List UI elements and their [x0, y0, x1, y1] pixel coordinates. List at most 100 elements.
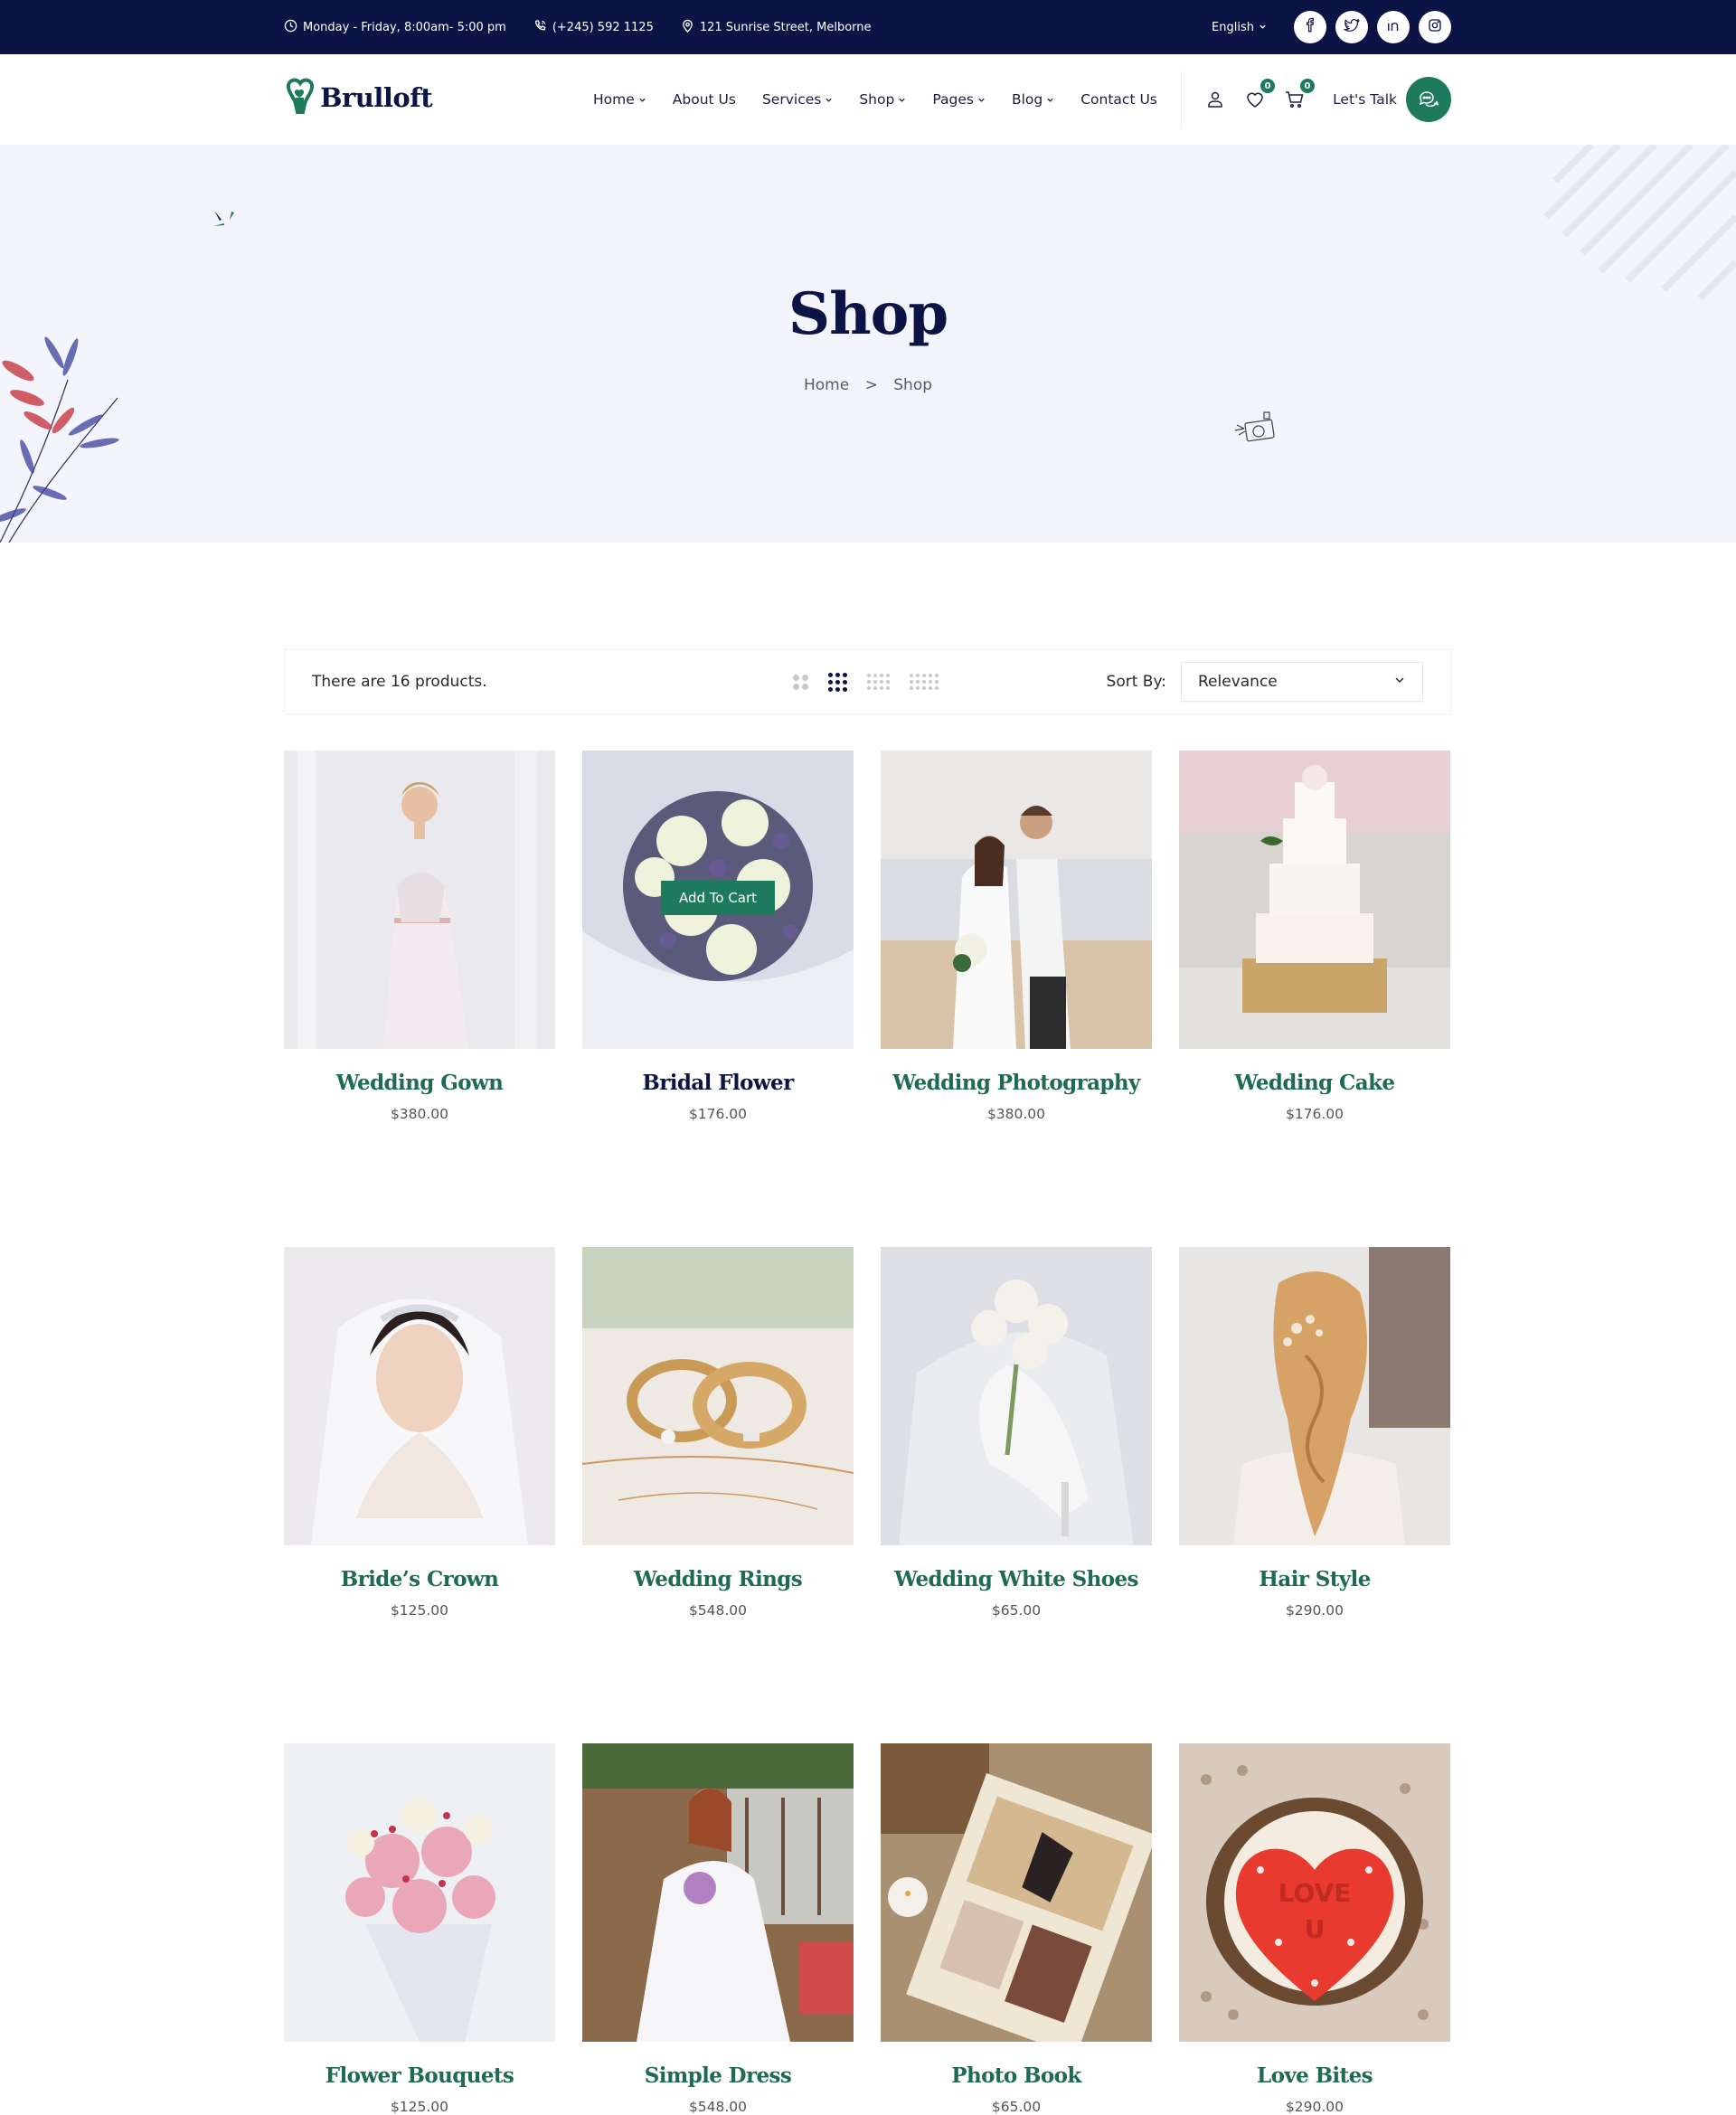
nav-contact-us[interactable]: Contact Us	[1080, 91, 1157, 108]
phone-text: (+245) 592 1125	[552, 20, 654, 34]
product-image[interactable]	[284, 751, 555, 1049]
product-title[interactable]: Wedding Cake	[1179, 1071, 1450, 1095]
grid-2-column-icon[interactable]	[793, 674, 808, 690]
user-icon	[1204, 91, 1226, 114]
nav-pages[interactable]: Pages	[932, 91, 986, 108]
phone[interactable]: (+245) 592 1125	[533, 19, 654, 36]
add-to-cart-button[interactable]: Add To Cart	[660, 881, 776, 915]
product-grid: Wedding Gown $380.00 Add To Cart Bridal Flo…	[284, 751, 1451, 2115]
product-image[interactable]	[582, 1743, 854, 2042]
language-label: English	[1212, 20, 1254, 34]
grid-4-column-icon[interactable]	[867, 674, 890, 690]
chevron-down-icon	[898, 91, 906, 108]
product-image[interactable]	[1179, 751, 1450, 1049]
nav-shop[interactable]: Shop	[859, 91, 906, 108]
shop-toolbar: There are 16 products. Sort By: Relevanc…	[284, 649, 1451, 714]
product-photo-heart-cupcake: LOVE U	[1179, 1743, 1450, 2042]
product-title[interactable]: Wedding Rings	[582, 1567, 854, 1591]
product-card[interactable]: Wedding White Shoes $65.00	[881, 1247, 1152, 1619]
product-title[interactable]: Photo Book	[881, 2063, 1152, 2088]
chat-bubbles-icon	[1406, 77, 1451, 122]
instagram-button[interactable]	[1419, 11, 1451, 43]
product-card[interactable]: Wedding Gown $380.00	[284, 751, 555, 1122]
account-button[interactable]	[1204, 89, 1226, 110]
logo[interactable]: Brulloft	[284, 76, 433, 119]
product-image[interactable]	[881, 1247, 1152, 1545]
product-title[interactable]: Simple Dress	[582, 2063, 854, 2088]
language-selector[interactable]: English	[1212, 21, 1267, 34]
chevron-down-icon	[977, 91, 986, 108]
product-price: $65.00	[991, 2099, 1042, 2115]
sort-label: Sort By:	[1106, 673, 1166, 691]
product-title[interactable]: Wedding Gown	[284, 1071, 555, 1095]
nav-home[interactable]: Home	[593, 91, 646, 108]
cart-button[interactable]: 0	[1284, 79, 1315, 110]
product-title[interactable]: Hair Style	[1179, 1567, 1450, 1591]
product-image[interactable]	[881, 1743, 1152, 2042]
grid-3-column-icon[interactable]	[828, 672, 847, 692]
product-card[interactable]: LOVE U Love Bites $290.00	[1179, 1743, 1450, 2115]
breadcrumb-home-link[interactable]: Home	[804, 376, 849, 394]
product-price: $548.00	[688, 2099, 748, 2115]
nav-label: Pages	[932, 91, 974, 108]
spark-decoration	[213, 211, 234, 226]
lets-talk-button[interactable]: Let's Talk	[1333, 77, 1451, 122]
clock-icon	[284, 19, 297, 36]
product-count: There are 16 products.	[312, 673, 487, 691]
product-title[interactable]: Bride’s Crown	[284, 1567, 555, 1591]
chevron-down-icon	[825, 91, 833, 108]
product-photo-bride-with-tiara	[284, 1247, 555, 1545]
facebook-button[interactable]	[1294, 11, 1326, 43]
product-title[interactable]: Love Bites	[1179, 2063, 1450, 2088]
nav-about-us[interactable]: About Us	[673, 91, 736, 108]
product-image[interactable]	[582, 1247, 854, 1545]
product-photo-bride-in-lace-gown	[284, 751, 555, 1049]
product-photo-bride-in-garden	[582, 1743, 854, 2042]
product-card[interactable]: Wedding Cake $176.00	[1179, 751, 1450, 1122]
product-card[interactable]: Wedding Photography $380.00	[881, 751, 1152, 1122]
nav-label: Home	[593, 91, 635, 108]
breadcrumb-separator: >	[864, 376, 878, 394]
main-header: Brulloft Home About Us Services Shop Pag…	[0, 54, 1736, 145]
product-image[interactable]	[284, 1247, 555, 1545]
product-image[interactable]	[284, 1743, 555, 2042]
product-image[interactable]	[881, 751, 1152, 1049]
product-title[interactable]: Flower Bouquets	[284, 2063, 555, 2088]
twitter-button[interactable]	[1335, 11, 1368, 43]
product-title[interactable]: Wedding Photography	[881, 1071, 1152, 1095]
nav-label: About Us	[672, 91, 736, 108]
sort-select[interactable]: Relevance	[1181, 662, 1423, 702]
product-price: $548.00	[688, 1602, 748, 1619]
product-title[interactable]: Wedding White Shoes	[881, 1567, 1152, 1591]
breadcrumb-current: Shop	[893, 376, 933, 394]
header-divider	[1181, 71, 1182, 128]
linkedin-icon	[1385, 17, 1401, 37]
product-card[interactable]: Wedding Rings $548.00	[582, 1247, 854, 1619]
location-pin-icon	[681, 19, 694, 36]
product-title[interactable]: Bridal Flower	[582, 1071, 854, 1095]
heart-icon	[1244, 92, 1266, 114]
nav-label: Shop	[859, 91, 895, 108]
nav-blog[interactable]: Blog	[1012, 91, 1054, 108]
product-card[interactable]: Bride’s Crown $125.00	[284, 1247, 555, 1619]
wishlist-button[interactable]: 0	[1244, 79, 1275, 110]
sort-value: Relevance	[1198, 673, 1278, 691]
business-hours: Monday - Friday, 8:00am- 5:00 pm	[284, 19, 506, 36]
product-card[interactable]: Hair Style $290.00	[1179, 1247, 1450, 1619]
cart-icon	[1284, 91, 1306, 114]
product-card[interactable]: Add To Cart Bridal Flower $176.00	[582, 751, 854, 1122]
svg-text:U: U	[1305, 1914, 1326, 1944]
linkedin-button[interactable]	[1377, 11, 1410, 43]
chevron-down-icon	[1393, 673, 1406, 691]
product-image[interactable]: LOVE U	[1179, 1743, 1450, 2042]
product-card[interactable]: Flower Bouquets $125.00	[284, 1743, 555, 2115]
product-price: $65.00	[991, 1602, 1042, 1619]
product-image[interactable]: Add To Cart	[582, 751, 854, 1049]
wishlist-count-badge: 0	[1260, 79, 1275, 93]
grid-5-column-icon[interactable]	[910, 674, 939, 690]
product-card[interactable]: Simple Dress $548.00	[582, 1743, 854, 2115]
product-image[interactable]	[1179, 1247, 1450, 1545]
nav-services[interactable]: Services	[762, 91, 833, 108]
product-card[interactable]: Photo Book $65.00	[881, 1743, 1152, 2115]
page-title: Shop	[788, 280, 948, 348]
